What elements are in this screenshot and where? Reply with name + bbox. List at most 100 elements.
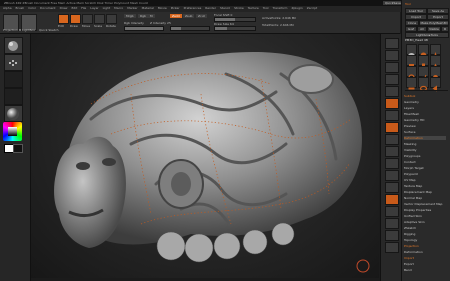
menu-item-zscript[interactable]: Zscript (307, 6, 317, 10)
mrgb-button[interactable]: Mrgb (124, 14, 136, 18)
menu-item-stencil[interactable]: Stencil (220, 6, 230, 10)
tool-subpalette-item[interactable]: Normal Map (404, 196, 446, 200)
tool-subpalette-item[interactable]: Rigging (404, 232, 446, 236)
persp-button[interactable] (385, 98, 399, 109)
alpha-thumbnail[interactable] (4, 71, 23, 88)
m-button[interactable]: M (148, 14, 155, 18)
menu-item-edit[interactable]: Edit (71, 6, 77, 10)
rotate-view-button[interactable] (385, 182, 399, 193)
frame-button[interactable] (385, 146, 399, 157)
tool-subpalette-item[interactable]: Vector Displacement Map (404, 202, 446, 206)
zadd-button[interactable]: Zadd (170, 14, 182, 18)
document-canvas[interactable] (31, 34, 379, 278)
rotate-button[interactable] (106, 14, 117, 24)
tool-subpalette-item[interactable]: Preview (404, 124, 446, 128)
draw-button[interactable] (70, 14, 81, 24)
tool-subpalette-item[interactable]: UV Map (404, 178, 446, 182)
tool-subpalette-item[interactable]: Contact (404, 160, 446, 164)
menu-item-document[interactable]: Document (40, 6, 56, 10)
tool-subpalette-item[interactable]: Topology (404, 238, 446, 242)
floor-button[interactable] (385, 110, 399, 121)
menu-item-preferences[interactable]: Preferences (184, 6, 202, 10)
tool-subpalette-item[interactable]: Displacement Map (404, 190, 446, 194)
move-view-button[interactable] (385, 158, 399, 169)
tool-subpalette-item[interactable]: Texture Map (404, 184, 446, 188)
tool-subpalette-item[interactable]: Projection (404, 244, 446, 248)
tool-thumb-cylinder[interactable] (418, 55, 429, 70)
polyf-button[interactable] (385, 194, 399, 205)
tool-subpalette-item[interactable]: Deformation (404, 136, 446, 140)
menu-item-zplugin[interactable]: Zplugin (291, 6, 302, 10)
tool-subpalette-item[interactable]: FiberMesh (404, 112, 446, 116)
menu-item-marker[interactable]: Marker (127, 6, 137, 10)
tool-subpalette-item[interactable]: Adaptive Skin (404, 220, 446, 224)
menu-item-material[interactable]: Material (142, 6, 154, 10)
texture-thumbnail[interactable] (4, 88, 23, 105)
tool-subpalette-item[interactable]: Deformation (404, 250, 446, 254)
solo-button[interactable] (385, 230, 399, 241)
tool-subpalette-item[interactable]: Display Properties (404, 208, 446, 212)
tool-subpalette-item[interactable]: Morph Target (404, 166, 446, 170)
local-button[interactable] (385, 122, 399, 133)
spix-button[interactable] (385, 50, 399, 61)
actual-button[interactable] (385, 86, 399, 97)
tool-thumb-arrow[interactable] (430, 77, 441, 92)
tool-subpalette-item[interactable]: Geometry HD (404, 118, 446, 122)
tool-subpalette-item[interactable]: Subtool (404, 94, 446, 98)
tool-subpalette-item[interactable]: Layers (404, 106, 446, 110)
move-button[interactable] (82, 14, 93, 24)
material-thumbnail[interactable] (4, 105, 23, 122)
edit-button[interactable] (58, 14, 69, 24)
menu-item-color[interactable]: Color (28, 6, 36, 10)
tool-thumb-torus[interactable] (418, 77, 429, 92)
menu-item-alpha[interactable]: Alpha (3, 6, 12, 10)
menu-item-transform[interactable]: Transform (273, 6, 288, 10)
menu-item-brush[interactable]: Brush (16, 6, 25, 10)
tool-subpalette-item[interactable]: Polygroups (404, 154, 446, 158)
ghost-button[interactable] (385, 218, 399, 229)
scale-view-button[interactable] (385, 170, 399, 181)
zcut-button[interactable]: Zcut (196, 14, 207, 18)
rgb-intensity-slider[interactable] (124, 26, 164, 31)
menu-item-picker[interactable]: Picker (171, 6, 180, 10)
tool-thumb-helix[interactable] (418, 66, 429, 81)
draw-size-slider[interactable] (214, 26, 256, 31)
tool-subpalette-item[interactable]: Polypaint (404, 172, 446, 176)
tool-thumb-cube[interactable] (406, 55, 417, 69)
brush-thumbnail[interactable] (4, 37, 23, 54)
tool-subpalette-item[interactable]: ZSketch (404, 226, 446, 230)
tool-subpalette-item[interactable]: Geometry (404, 100, 446, 104)
tool-subpalette-item[interactable]: Surface (404, 130, 446, 134)
tool-subpalette-item[interactable]: Visibility (404, 148, 446, 152)
menu-item-tool[interactable]: Tool (263, 6, 269, 10)
menu-item-movie[interactable]: Movie (158, 6, 167, 10)
tool-subpalette-item[interactable]: Export (404, 262, 446, 266)
tool-subpalette-item[interactable]: Import (404, 256, 446, 260)
menu-item-layer[interactable]: Layer (90, 6, 98, 10)
zoom-button[interactable] (385, 74, 399, 85)
scale-button[interactable] (94, 14, 105, 24)
menu-item-macro[interactable]: Macro (114, 6, 123, 10)
secondary-color-swatch[interactable] (13, 144, 23, 153)
quicksave-button[interactable]: QuickSave (383, 1, 403, 5)
menu-item-render[interactable]: Render (205, 6, 216, 10)
tool-thumb-star[interactable] (430, 44, 441, 60)
z-intensity-slider[interactable] (170, 26, 210, 31)
menu-item-stroke[interactable]: Stroke (234, 6, 244, 10)
tool-thumb-cone[interactable] (430, 55, 441, 70)
bpr-button[interactable] (385, 38, 399, 49)
rgb-button[interactable]: Rgb (138, 14, 148, 18)
xpose-button[interactable] (385, 242, 399, 253)
tool-thumb-zsphere[interactable] (430, 66, 441, 80)
tool-subpalette-item[interactable]: Bend (404, 268, 446, 272)
transp-button[interactable] (385, 206, 399, 217)
xyz-button[interactable] (385, 134, 399, 145)
tool-thumb-head[interactable] (406, 44, 417, 59)
menu-item-light[interactable]: Light (103, 6, 111, 10)
tool-thumb-sphere[interactable] (418, 44, 429, 59)
menu-item-texture[interactable]: Texture (248, 6, 259, 10)
stroke-thumbnail[interactable] (4, 54, 23, 71)
tool-thumb-ring[interactable] (406, 66, 417, 81)
zsub-button[interactable]: Zsub (183, 14, 195, 18)
tool-subpalette-item[interactable]: Unified Skin (404, 214, 446, 218)
